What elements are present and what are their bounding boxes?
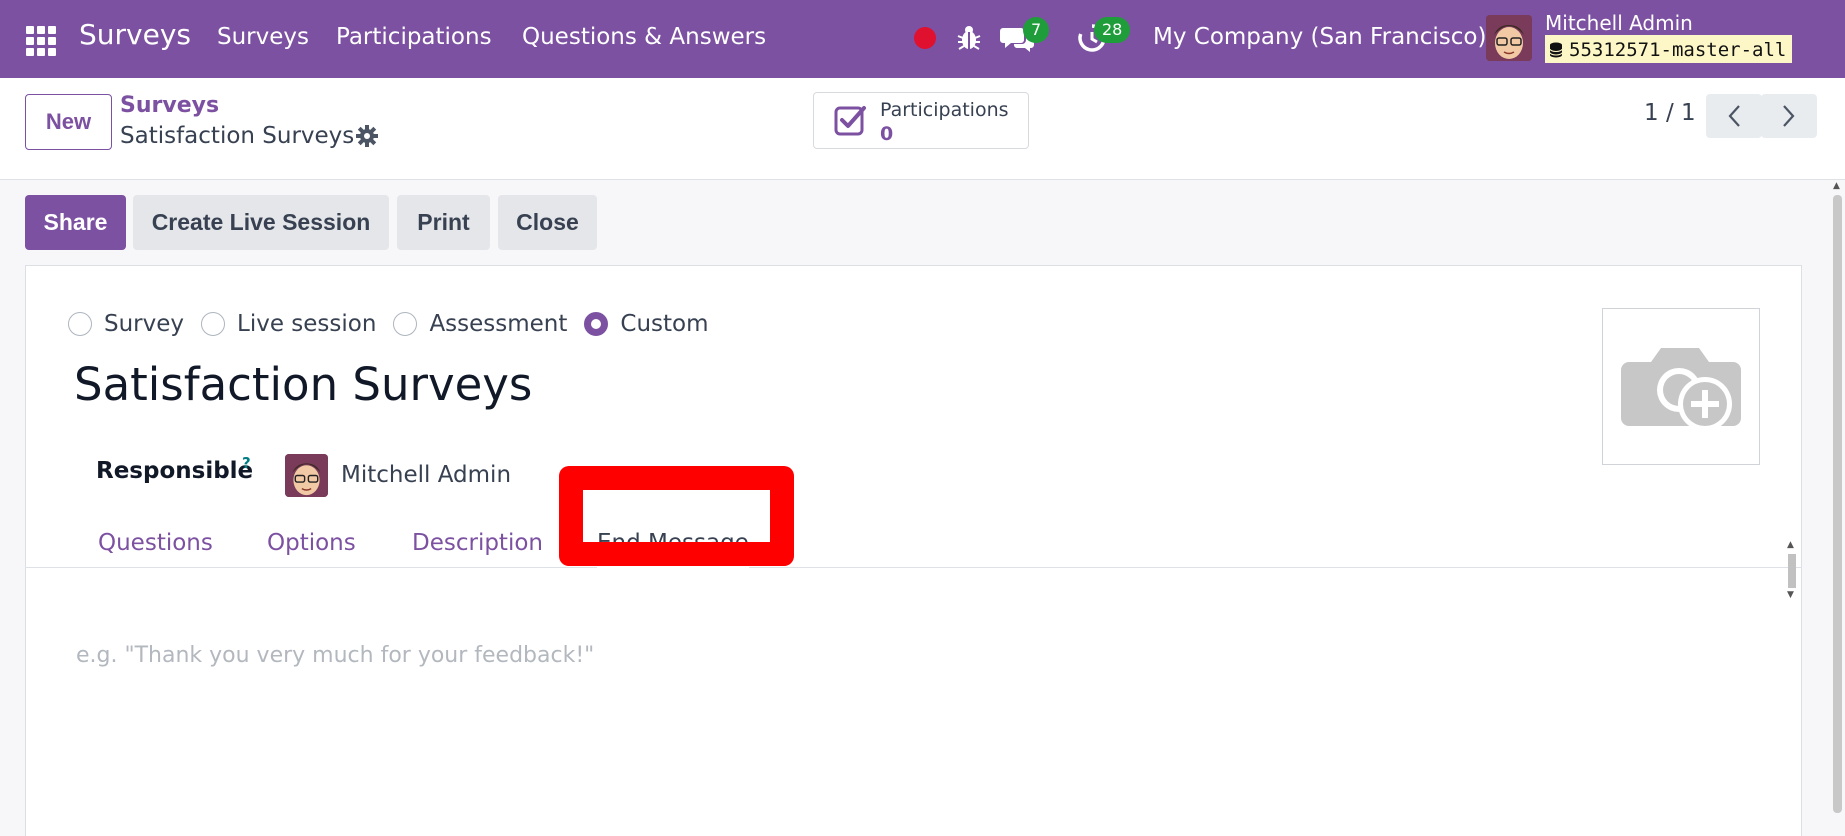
chat-count-badge: 7 [1023,17,1050,43]
database-icon [1549,42,1563,58]
radio-custom[interactable]: Custom [584,311,709,337]
menu-questions-answers[interactable]: Questions & Answers [522,24,766,50]
end-message-editor[interactable]: e.g. "Thank you very much for your feedb… [76,643,594,668]
page-scrollbar[interactable]: ▲ [1830,181,1845,836]
company-switcher[interactable]: My Company (San Francisco) [1153,24,1486,50]
tab-description[interactable]: Description [412,521,543,568]
radio-button-checked[interactable] [584,312,609,336]
tab-end-message[interactable]: End Message [597,521,749,568]
responsible-label: Responsible [96,458,254,484]
chevron-right-icon [1783,105,1795,127]
radio-button[interactable] [201,312,226,336]
smart-button-count: 0 [880,123,894,145]
apps-menu-icon[interactable] [26,26,58,56]
notebook-tabs: Questions Options Description End Messag… [26,521,1801,568]
pager-previous-button[interactable] [1706,94,1762,138]
tab-options[interactable]: Options [267,521,356,568]
tabs-scrollbar[interactable]: ▲ ▼ [1786,540,1798,602]
tab-questions[interactable]: Questions [98,521,213,568]
print-button[interactable]: Print [397,195,490,250]
survey-type-radio-group: Survey Live session Assessment Custom [68,311,726,337]
breadcrumb-current: Satisfaction Surveys [120,123,355,149]
smart-button-label: Participations [880,99,1009,121]
scrollbar-thumb[interactable] [1833,195,1842,813]
top-navbar: Surveys Surveys Participations Questions… [0,0,1845,78]
share-button[interactable]: Share [25,195,126,250]
control-panel: New Surveys Satisfaction Surveys Partici… [0,78,1845,180]
close-button[interactable]: Close [498,195,597,250]
radio-assessment[interactable]: Assessment [393,311,567,337]
user-name[interactable]: Mitchell Admin [1545,11,1693,35]
radio-live-session[interactable]: Live session [201,311,376,337]
form-sheet: Survey Live session Assessment Custom Sa… [25,265,1802,836]
menu-participations[interactable]: Participations [336,24,492,50]
new-button[interactable]: New [25,94,112,150]
record-icon[interactable] [914,27,936,49]
scroll-up-arrow-icon[interactable]: ▲ [1787,540,1794,550]
camera-add-icon [1621,347,1741,431]
radio-label: Custom [620,311,709,337]
chevron-left-icon [1728,105,1740,127]
database-badge: 55312571-master-all [1545,35,1793,63]
survey-title-field[interactable]: Satisfaction Surveys [74,358,532,411]
survey-image-upload[interactable] [1602,308,1760,465]
user-avatar[interactable] [1486,15,1532,61]
scroll-down-arrow-icon[interactable]: ▼ [1787,590,1794,600]
menu-surveys[interactable]: Surveys [217,24,309,50]
radio-survey[interactable]: Survey [68,311,184,337]
gear-icon[interactable] [356,125,378,151]
radio-label: Assessment [429,311,568,337]
checkbox-icon [834,103,868,141]
pager-value[interactable]: 1 / 1 [1644,100,1696,126]
radio-button[interactable] [68,312,92,336]
bug-icon[interactable] [956,24,982,56]
responsible-field[interactable]: Mitchell Admin [341,462,511,488]
scrollbar-thumb[interactable] [1788,554,1796,588]
database-name: 55312571-master-all [1569,39,1787,61]
responsible-avatar [285,454,328,497]
radio-button[interactable] [393,312,418,336]
breadcrumb-surveys[interactable]: Surveys [120,93,219,118]
app-brand[interactable]: Surveys [79,18,191,51]
pager-next-button[interactable] [1761,94,1817,138]
activity-count-badge: 28 [1094,17,1131,43]
radio-label: Survey [104,311,185,337]
create-live-session-button[interactable]: Create Live Session [133,195,389,250]
participations-smart-button[interactable]: Participations 0 [813,92,1029,149]
scroll-up-arrow-icon[interactable]: ▲ [1833,181,1840,191]
radio-label: Live session [237,311,377,337]
help-tooltip-icon[interactable]: ? [242,454,251,472]
